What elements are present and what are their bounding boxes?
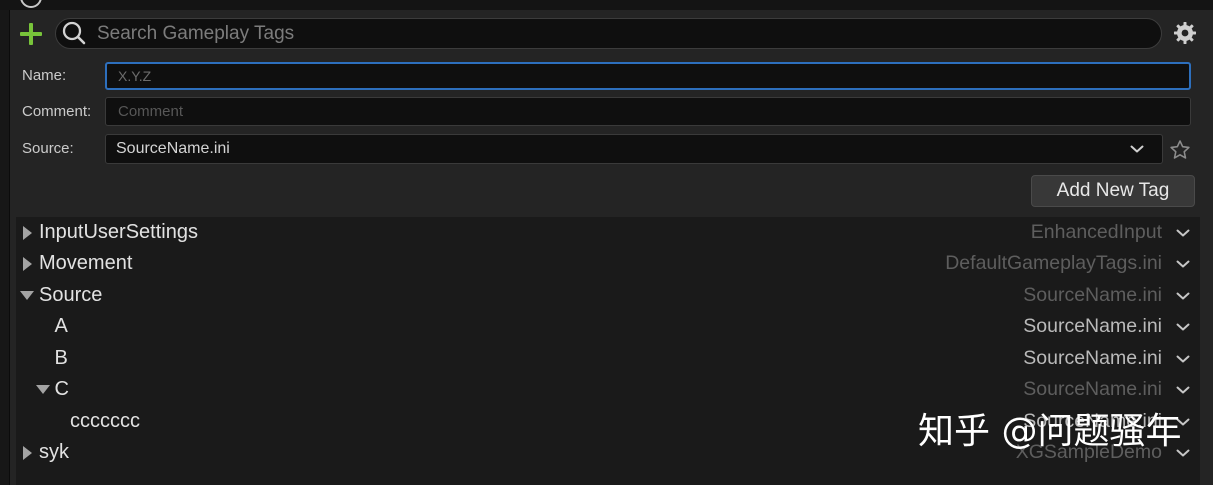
watermark: 知乎 @问题骚年 <box>918 411 1182 452</box>
tag-source: SourceName.ini <box>1023 283 1162 306</box>
search-icon <box>62 21 86 45</box>
caret-right-icon[interactable] <box>20 257 34 271</box>
chevron-down-icon[interactable] <box>1176 260 1190 268</box>
source-selected-value: SourceName.ini <box>116 140 230 157</box>
caret-down-icon[interactable] <box>36 383 50 397</box>
tag-name: syk <box>39 440 69 463</box>
tag-tree-row[interactable]: Movement DefaultGameplayTags.ini <box>16 248 1200 279</box>
settings-button[interactable] <box>1173 21 1197 45</box>
tag-tree-row[interactable]: InputUserSettings EnhancedInput <box>16 217 1200 248</box>
add-tag-toggle-button[interactable] <box>20 23 42 45</box>
circle-icon <box>20 0 42 8</box>
caret-right-icon[interactable] <box>20 226 34 240</box>
tag-source: EnhancedInput <box>1030 221 1162 243</box>
search-box[interactable] <box>55 18 1162 49</box>
tag-tree-row[interactable]: B SourceName.ini <box>16 343 1200 374</box>
tag-name: A <box>54 315 68 338</box>
tag-name: B <box>54 346 68 369</box>
name-label: Name: <box>22 67 67 84</box>
tag-name: Source <box>39 283 103 306</box>
chevron-down-icon[interactable] <box>1176 386 1190 394</box>
comment-label: Comment: <box>22 103 92 120</box>
search-input[interactable] <box>97 19 1147 48</box>
tag-source: SourceName.ini <box>1023 378 1162 401</box>
chevron-down-icon[interactable] <box>1176 292 1190 300</box>
top-bar <box>0 0 1213 10</box>
tag-source: DefaultGameplayTags.ini <box>945 252 1162 275</box>
comment-field[interactable] <box>105 97 1191 126</box>
caret-down-icon[interactable] <box>20 289 34 303</box>
source-dropdown[interactable]: SourceName.ini <box>105 134 1163 164</box>
star-icon[interactable] <box>1169 139 1191 161</box>
tag-name: C <box>54 378 69 401</box>
caret-right-icon[interactable] <box>20 446 34 460</box>
tag-source: SourceName.ini <box>1023 315 1162 338</box>
chevron-down-icon[interactable] <box>1176 355 1190 363</box>
tag-name: InputUserSettings <box>39 221 198 243</box>
chevron-down-icon[interactable] <box>1176 229 1190 237</box>
add-new-tag-button[interactable]: Add New Tag <box>1031 175 1195 207</box>
tag-name: ccccccc <box>70 409 140 432</box>
tag-tree-row[interactable]: A SourceName.ini <box>16 311 1200 342</box>
plus-icon[interactable] <box>20 23 42 45</box>
chevron-down-icon <box>1130 145 1144 153</box>
tag-name-field[interactable] <box>105 62 1191 90</box>
gear-icon[interactable] <box>1173 21 1197 45</box>
left-panel-edge <box>0 10 10 485</box>
source-label: Source: <box>22 140 74 157</box>
chevron-down-icon[interactable] <box>1176 323 1190 331</box>
tag-tree-row[interactable]: C SourceName.ini <box>16 374 1200 405</box>
tag-source: SourceName.ini <box>1023 346 1162 369</box>
tag-tree-row[interactable]: Source SourceName.ini <box>16 280 1200 311</box>
tag-name: Movement <box>39 252 133 275</box>
